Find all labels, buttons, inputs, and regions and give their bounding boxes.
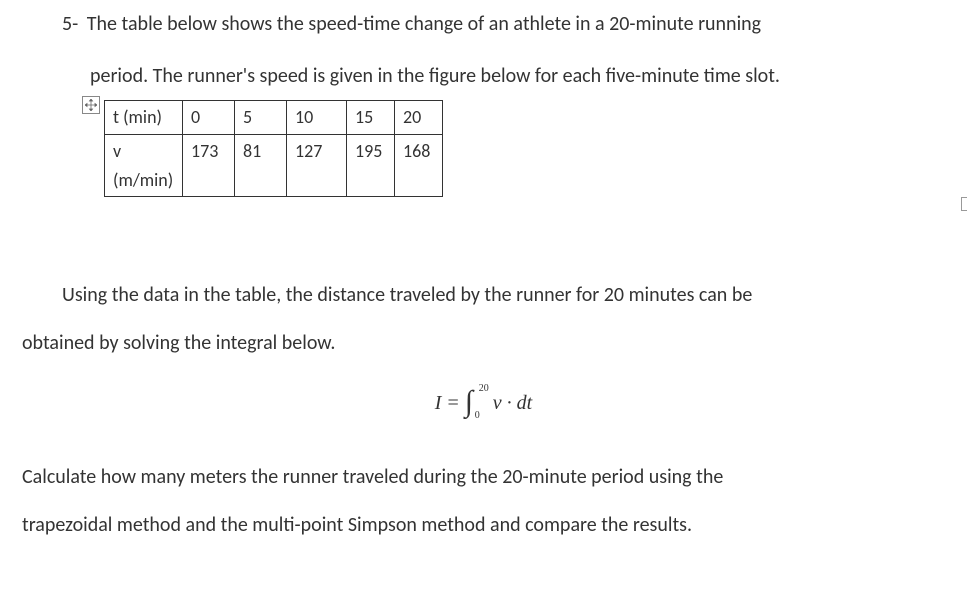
table-row: t (min) 0 5 10 15 20 bbox=[105, 101, 443, 135]
equation-equals: = bbox=[447, 387, 458, 419]
document-page: 5- The table below shows the speed-time … bbox=[0, 0, 967, 549]
table-cell: 127 bbox=[287, 134, 347, 197]
integral-upper-limit: 20 bbox=[479, 381, 489, 397]
table-cell: 0 bbox=[183, 101, 235, 135]
integral-symbol: ∫ 20 0 bbox=[465, 385, 487, 421]
question-text-line2: period. The runner's speed is given in t… bbox=[90, 60, 945, 92]
question-text-line1: The table below shows the speed-time cha… bbox=[87, 12, 761, 36]
table-header-v: v (m/min) bbox=[105, 134, 183, 197]
table-cell: 168 bbox=[395, 134, 443, 197]
table-cell: 81 bbox=[235, 134, 287, 197]
paragraph-intro-line2: obtained by solving the integral below. bbox=[22, 319, 945, 367]
table-row: v (m/min) 173 81 127 195 168 bbox=[105, 134, 443, 197]
integral-sign-icon: ∫ bbox=[465, 387, 473, 417]
integral-lower-limit: 0 bbox=[475, 408, 480, 424]
table-cell: 15 bbox=[347, 101, 395, 135]
question-number: 5- bbox=[62, 12, 78, 36]
question-first-line: 5- The table below shows the speed-time … bbox=[62, 8, 945, 40]
paragraph-intro-line1: Using the data in the table, the distanc… bbox=[62, 271, 945, 319]
equation-integrand: v · dt bbox=[493, 387, 532, 419]
integral-equation: I = ∫ 20 0 v · dt bbox=[22, 385, 945, 421]
table-cell: 195 bbox=[347, 134, 395, 197]
data-table-container: t (min) 0 5 10 15 20 v (m/min) 173 81 12… bbox=[90, 100, 945, 197]
v-label-line1: v bbox=[113, 140, 121, 162]
table-cell: 5 bbox=[235, 101, 287, 135]
table-cell: 20 bbox=[395, 101, 443, 135]
equation-lhs: I bbox=[435, 387, 442, 419]
table-cell: 173 bbox=[183, 134, 235, 197]
speed-time-table: t (min) 0 5 10 15 20 v (m/min) 173 81 12… bbox=[104, 100, 443, 197]
paragraph-task-line1: Calculate how many meters the runner tra… bbox=[22, 453, 945, 501]
v-label-line2: (m/min) bbox=[113, 169, 173, 191]
table-header-t: t (min) bbox=[105, 101, 183, 135]
table-cell: 10 bbox=[287, 101, 347, 135]
move-table-icon[interactable] bbox=[82, 96, 100, 114]
paragraph-task-line2: trapezoidal method and the multi-point S… bbox=[22, 501, 945, 549]
resize-handle-icon[interactable] bbox=[961, 197, 967, 211]
